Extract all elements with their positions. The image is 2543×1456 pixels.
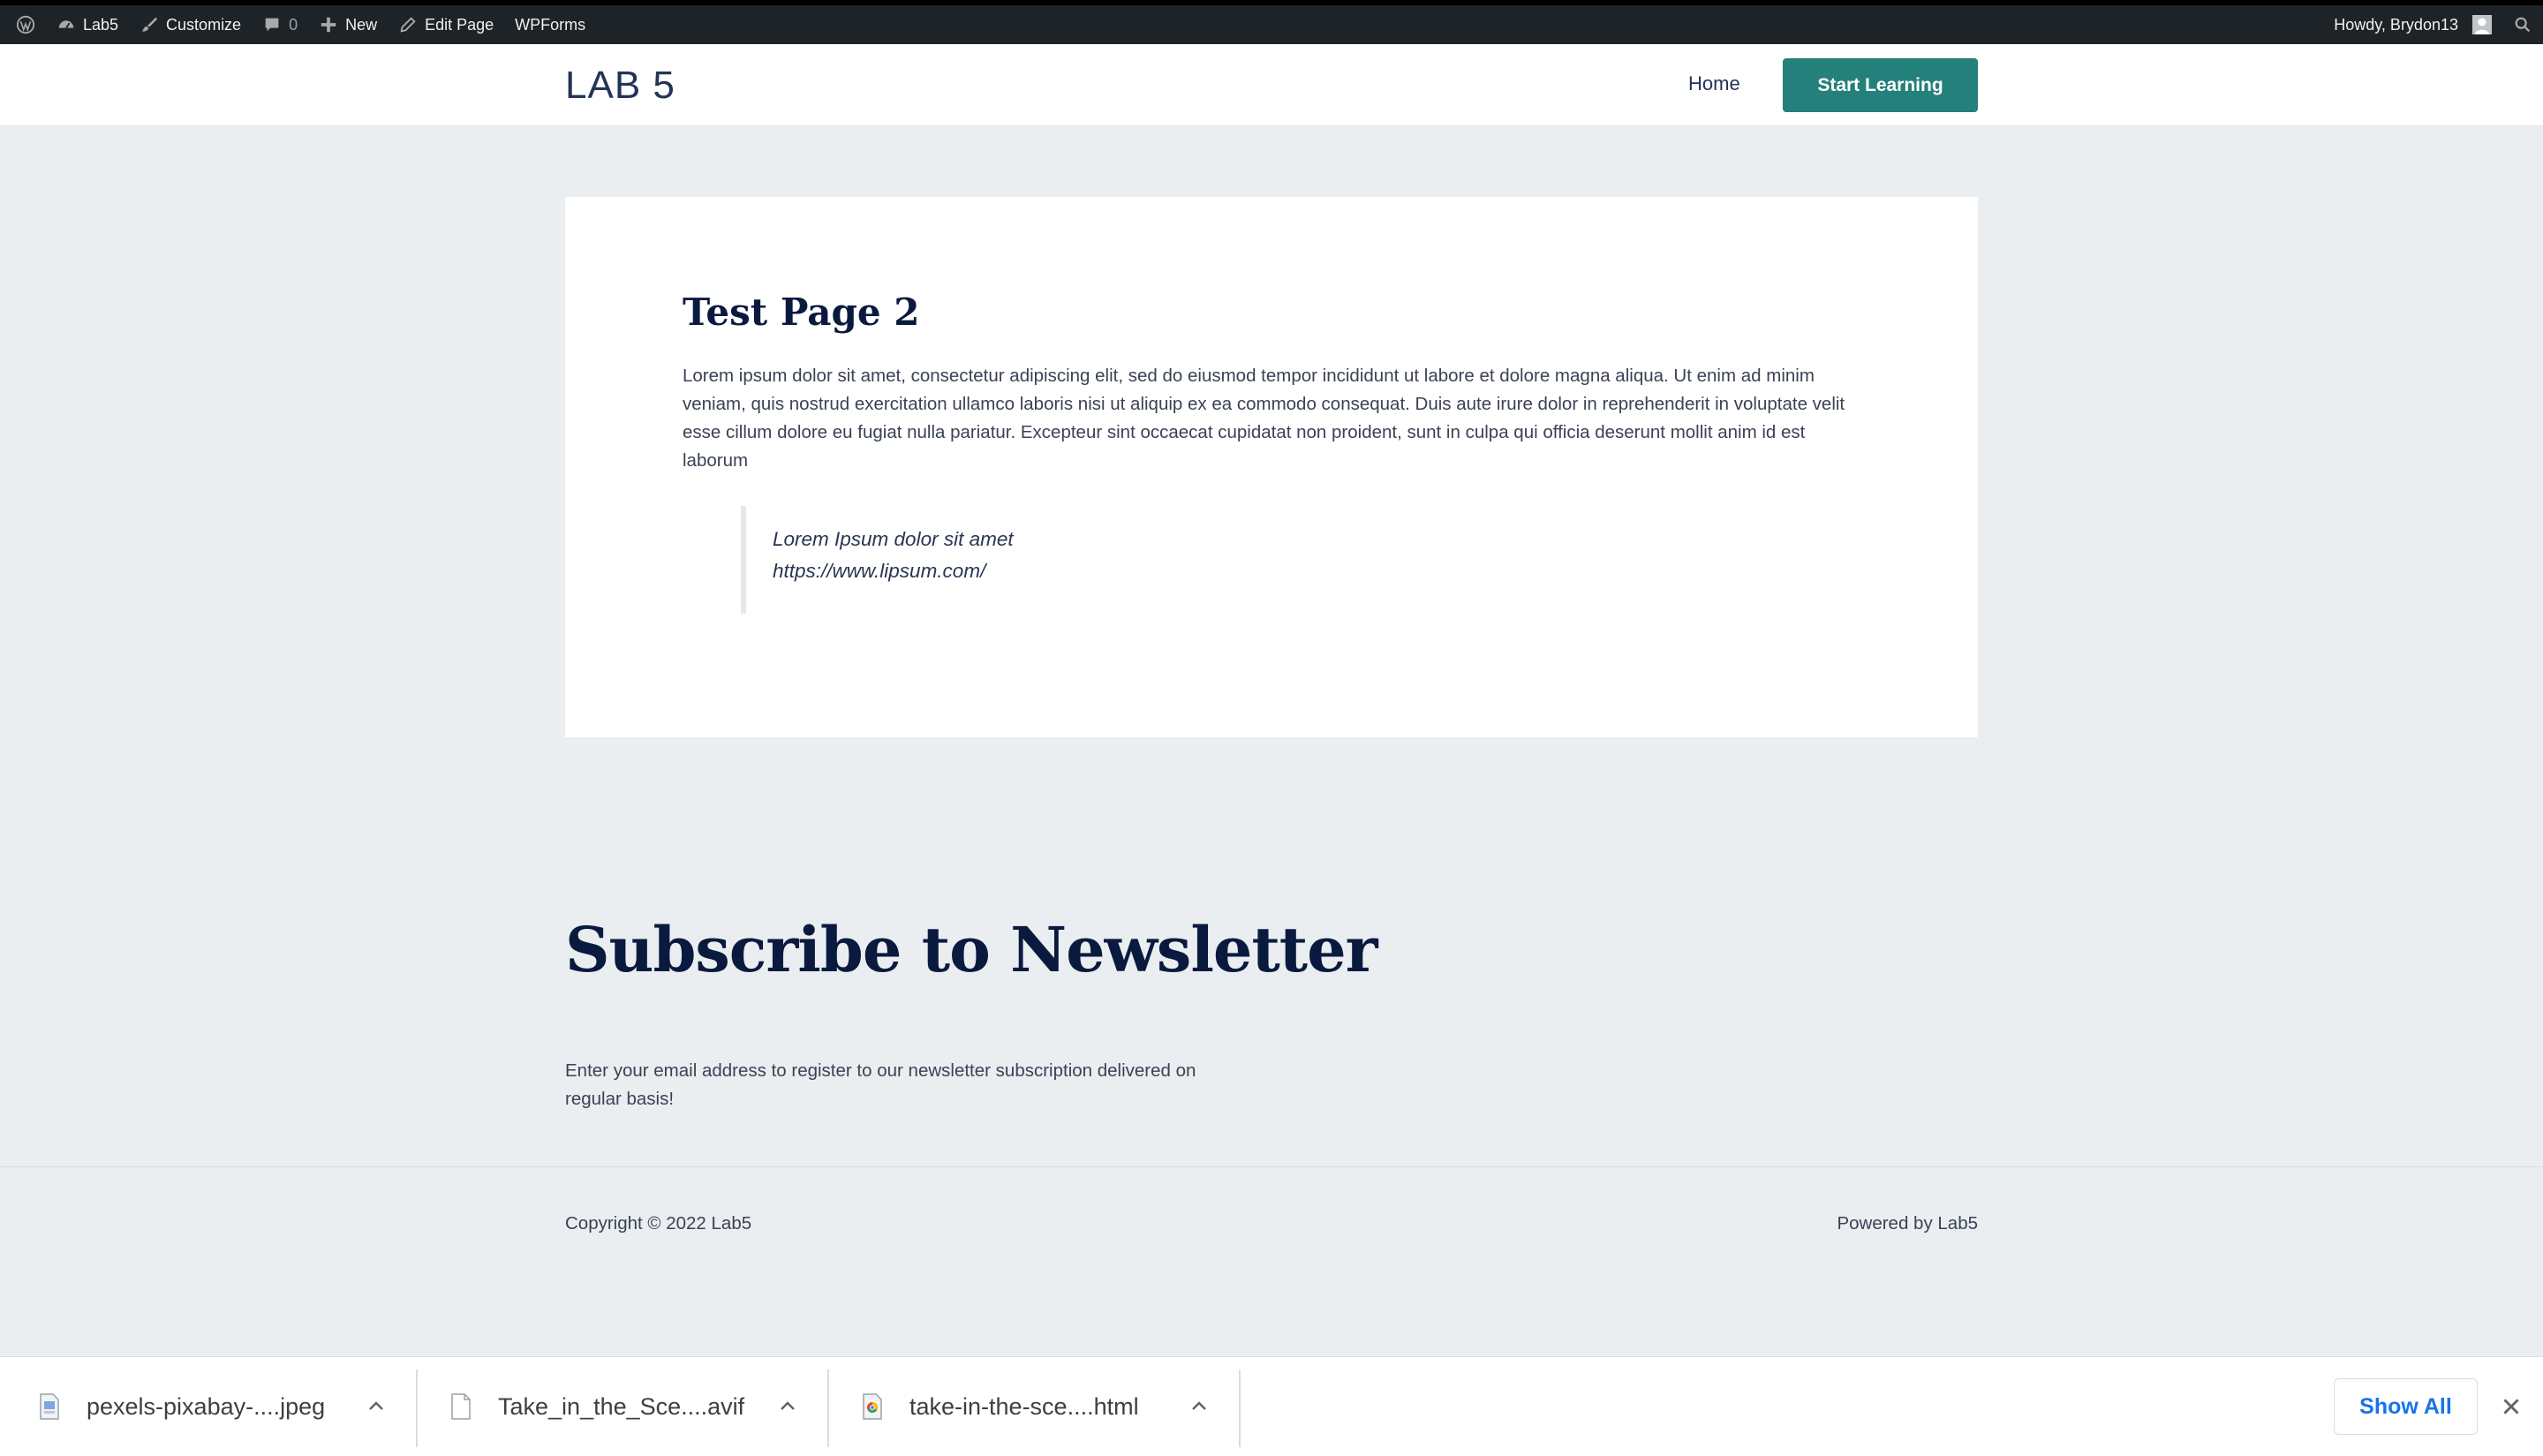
new-label: New: [345, 15, 378, 34]
admin-search[interactable]: [2502, 5, 2543, 44]
site-title[interactable]: LAB 5: [565, 64, 675, 108]
show-all-downloads-button[interactable]: Show All: [2334, 1378, 2478, 1435]
window-top-strip: [0, 0, 2543, 5]
content-card: Test Page 2 Lorem ipsum dolor sit amet, …: [565, 197, 1978, 737]
footer-copyright: Copyright © 2022 Lab5: [565, 1213, 752, 1233]
download-item[interactable]: take-in-the-sce....html: [862, 1371, 1139, 1442]
site-name-label: Lab5: [83, 15, 119, 34]
download-filename: take-in-the-sce....html: [909, 1392, 1139, 1420]
user-silhouette-icon: [2472, 15, 2492, 34]
howdy-label: Howdy, Brydon13: [2334, 15, 2458, 34]
download-item[interactable]: pexels-pixabay-....jpeg: [39, 1371, 325, 1442]
site-header: LAB 5 Home Start Learning: [0, 44, 2543, 126]
customize-link[interactable]: Customize: [129, 5, 252, 44]
newsletter-description: Enter your email address to register to …: [565, 1060, 1196, 1109]
plus-icon: [321, 17, 336, 33]
my-account-menu[interactable]: Howdy, Brydon13: [2323, 5, 2502, 44]
nav-home-link[interactable]: Home: [1688, 72, 1740, 95]
download-separator: [416, 1369, 418, 1447]
blank-file-icon: [451, 1393, 471, 1420]
newsletter-title: Subscribe to Newsletter: [565, 913, 1378, 986]
comments-count: 0: [289, 15, 298, 34]
chevron-up-icon[interactable]: [1188, 1396, 1210, 1417]
pencil-icon: [400, 17, 416, 33]
edit-page-link[interactable]: Edit Page: [388, 5, 504, 44]
new-content-menu[interactable]: New: [308, 5, 388, 44]
blockquote: Lorem Ipsum dolor sit amet https://www.l…: [741, 506, 1014, 614]
page-title: Test Page 2: [683, 290, 920, 334]
download-shelf: pexels-pixabay-....jpeg Take_in_the_Sce.…: [0, 1356, 2543, 1456]
edit-page-label: Edit Page: [425, 15, 494, 34]
wpforms-label: WPForms: [515, 15, 586, 34]
quote-text: Lorem Ipsum dolor sit amet: [773, 528, 1014, 550]
comments-link[interactable]: 0: [252, 5, 308, 44]
download-separator: [827, 1369, 829, 1447]
quote-citation: https://www.lipsum.com/: [773, 560, 986, 582]
footer-powered-by: Powered by Lab5: [1837, 1213, 1978, 1233]
avatar: [2472, 15, 2492, 34]
admin-bar: Lab5 Customize 0 New Edit Page WPForms H…: [0, 0, 2543, 44]
download-filename: Take_in_the_Sce....avif: [498, 1392, 745, 1420]
close-icon[interactable]: [2500, 1395, 2523, 1418]
image-file-icon: [40, 1393, 59, 1420]
wpforms-menu[interactable]: WPForms: [504, 5, 596, 44]
start-learning-button[interactable]: Start Learning: [1783, 58, 1978, 112]
comment-icon: [265, 18, 279, 32]
site-name-menu[interactable]: Lab5: [46, 5, 129, 44]
dashboard-icon: [58, 20, 74, 29]
wordpress-icon: [16, 15, 35, 34]
chevron-up-icon[interactable]: [777, 1396, 798, 1417]
footer-divider: [0, 1166, 2543, 1167]
paintbrush-icon: [141, 17, 158, 32]
download-item[interactable]: Take_in_the_Sce....avif: [450, 1371, 744, 1442]
download-separator: [1239, 1369, 1241, 1447]
chevron-up-icon[interactable]: [366, 1396, 387, 1417]
page-body-text: Lorem ipsum dolor sit amet, consectetur …: [683, 366, 1845, 471]
wordpress-logo-menu[interactable]: [5, 5, 46, 44]
download-filename: pexels-pixabay-....jpeg: [87, 1392, 326, 1420]
customize-label: Customize: [166, 15, 242, 34]
search-icon: [2515, 17, 2531, 33]
chrome-file-icon: [863, 1393, 882, 1420]
